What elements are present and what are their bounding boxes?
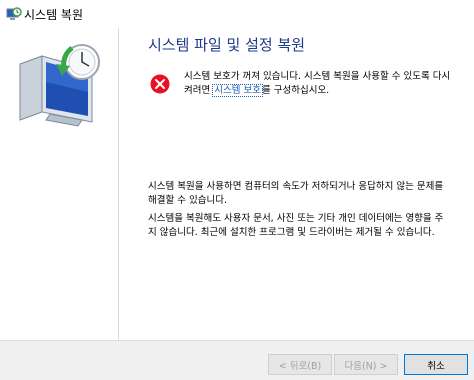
system-restore-hero-icon: [19, 44, 100, 127]
system-restore-icon: [6, 7, 22, 20]
error-text-end: 를 구성하십시오.: [261, 85, 330, 96]
system-protection-link[interactable]: 시스템 보호: [212, 84, 263, 97]
description-paragraph-2: 시스템을 복원해도 사용자 문서, 사진 또는 기타 개인 데이터에는 영향을 …: [148, 213, 444, 238]
system-restore-window: 시스템 복원 시스템 파일 및 설정 복원 시스템 보호가 꺼져 있습니다. 시…: [0, 0, 474, 380]
footer-bar: [0, 340, 474, 380]
panel-divider: [118, 28, 119, 340]
error-message: 시스템 보호가 꺼져 있습니다. 시스템 복원을 사용할 수 있도록 다시 켜려…: [184, 70, 452, 98]
next-button[interactable]: 다음(N) >: [334, 354, 398, 375]
back-button[interactable]: < 뒤로(B): [268, 354, 332, 375]
cancel-button[interactable]: 취소: [404, 354, 468, 375]
description-paragraph-1: 시스템 복원을 사용하면 컴퓨터의 속도가 저하되거나 응답하지 않는 문제를 …: [148, 181, 444, 206]
page-heading: 시스템 파일 및 설정 복원: [148, 36, 306, 54]
title-bar: 시스템 복원: [0, 0, 474, 28]
error-icon: [150, 74, 170, 94]
window-title: 시스템 복원: [24, 8, 84, 22]
